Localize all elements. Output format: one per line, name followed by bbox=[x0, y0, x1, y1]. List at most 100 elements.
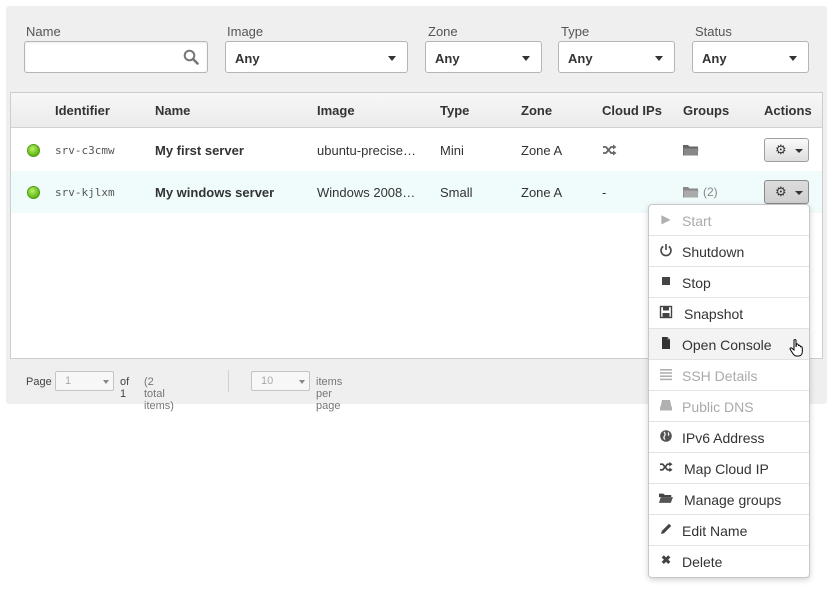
menu-item-manage-groups[interactable]: Manage groups bbox=[649, 484, 809, 515]
menu-item-label: Manage groups bbox=[684, 492, 782, 508]
per-page-select[interactable]: 10 bbox=[251, 371, 310, 391]
type-filter-value: Any bbox=[568, 51, 593, 66]
menu-item-ipv6-address[interactable]: IPv6 Address bbox=[649, 422, 809, 453]
column-header-type[interactable]: Type bbox=[440, 103, 469, 118]
per-page-label: items per page bbox=[316, 376, 343, 412]
server-identifier[interactable]: srv-kjlxm bbox=[55, 186, 115, 199]
column-header-image[interactable]: Image bbox=[317, 103, 355, 118]
menu-item-label: SSH Details bbox=[682, 368, 758, 384]
stop-icon bbox=[662, 277, 670, 285]
column-header-actions: Actions bbox=[764, 103, 812, 118]
column-header-identifier[interactable]: Identifier bbox=[55, 103, 110, 118]
folder-icon[interactable] bbox=[683, 186, 699, 198]
table-header: Identifier Name Image Type Zone Cloud IP… bbox=[11, 93, 822, 128]
server-cloud-ips: - bbox=[602, 185, 607, 200]
gear-icon: ⚙ bbox=[775, 184, 787, 199]
menu-item-label: Public DNS bbox=[682, 399, 754, 415]
server-zone: Zone A bbox=[521, 143, 563, 158]
server-image: ubuntu-precise… bbox=[317, 143, 416, 158]
type-filter-label: Type bbox=[561, 24, 590, 39]
chevron-down-icon bbox=[795, 149, 803, 153]
menu-item-label: Snapshot bbox=[684, 306, 744, 322]
image-filter-select[interactable]: Any bbox=[225, 41, 408, 73]
status-filter-value: Any bbox=[702, 51, 727, 66]
gear-icon: ⚙ bbox=[775, 142, 787, 157]
type-filter-select[interactable]: Any bbox=[558, 41, 675, 73]
actions-dropdown-menu: ▶ Start Shutdown Stop Snapshot Open Cons… bbox=[648, 204, 810, 578]
chevron-down-icon bbox=[299, 380, 305, 384]
document-icon bbox=[662, 337, 670, 349]
page-count: of 1 bbox=[120, 376, 130, 400]
chevron-down-icon bbox=[789, 56, 797, 61]
menu-item-label: Edit Name bbox=[682, 523, 748, 539]
menu-item-snapshot[interactable]: Snapshot bbox=[649, 298, 809, 329]
column-header-name[interactable]: Name bbox=[155, 103, 190, 118]
zone-filter-value: Any bbox=[435, 51, 460, 66]
name-filter-input[interactable] bbox=[24, 41, 208, 73]
zone-filter-label: Zone bbox=[428, 24, 458, 39]
search-icon[interactable] bbox=[183, 49, 199, 65]
column-header-zone[interactable]: Zone bbox=[521, 103, 552, 118]
column-header-groups: Groups bbox=[683, 103, 730, 118]
name-filter-label: Name bbox=[26, 24, 61, 39]
menu-item-start[interactable]: ▶ Start bbox=[649, 205, 809, 236]
page-label: Page bbox=[26, 376, 52, 388]
folder-open-icon bbox=[659, 493, 673, 503]
server-name[interactable]: My first server bbox=[155, 143, 244, 158]
page-select-value: 1 bbox=[65, 375, 72, 387]
chevron-down-icon bbox=[795, 191, 803, 195]
shuffle-icon bbox=[659, 461, 673, 473]
menu-item-label: Shutdown bbox=[682, 244, 745, 260]
server-zone: Zone A bbox=[521, 185, 563, 200]
play-icon: ▶ bbox=[661, 212, 671, 226]
pencil-icon bbox=[661, 523, 672, 534]
menu-item-label: Start bbox=[682, 213, 712, 229]
per-page-select-value: 10 bbox=[261, 375, 274, 387]
menu-item-shutdown[interactable]: Shutdown bbox=[649, 236, 809, 267]
pagination-divider bbox=[228, 370, 229, 392]
menu-item-label: Open Console bbox=[682, 337, 772, 353]
server-type: Mini bbox=[440, 143, 464, 158]
server-image: Windows 2008… bbox=[317, 185, 416, 200]
drive-icon bbox=[660, 400, 672, 411]
menu-item-map-cloud-ip[interactable]: Map Cloud IP bbox=[649, 453, 809, 484]
server-type: Small bbox=[440, 185, 473, 200]
globe-icon bbox=[660, 430, 672, 442]
hand-cursor-icon bbox=[789, 339, 803, 357]
chevron-down-icon bbox=[103, 380, 109, 384]
status-active-indicator bbox=[27, 186, 40, 199]
menu-item-delete[interactable]: ✖ Delete bbox=[649, 546, 809, 577]
menu-item-label: Map Cloud IP bbox=[684, 461, 769, 477]
menu-item-label: Stop bbox=[682, 275, 711, 291]
page-select[interactable]: 1 bbox=[55, 371, 114, 391]
shuffle-icon[interactable] bbox=[602, 144, 617, 156]
folder-icon[interactable] bbox=[683, 144, 699, 156]
column-header-cloud-ips: Cloud IPs bbox=[602, 103, 662, 118]
actions-button[interactable]: ⚙ bbox=[764, 180, 809, 204]
close-icon: ✖ bbox=[660, 553, 672, 567]
menu-item-edit-name[interactable]: Edit Name bbox=[649, 515, 809, 546]
chevron-down-icon bbox=[655, 56, 663, 61]
image-filter-value: Any bbox=[235, 51, 260, 66]
chevron-down-icon bbox=[388, 56, 396, 61]
list-icon bbox=[660, 369, 672, 381]
server-identifier[interactable]: srv-c3cmw bbox=[55, 144, 115, 157]
table-row[interactable]: srv-c3cmw My first server ubuntu-precise… bbox=[11, 129, 822, 171]
status-filter-select[interactable]: Any bbox=[692, 41, 809, 73]
actions-button[interactable]: ⚙ bbox=[764, 138, 809, 162]
server-name[interactable]: My windows server bbox=[155, 185, 274, 200]
group-count[interactable]: (2) bbox=[703, 185, 718, 199]
total-items: (2 total items) bbox=[144, 376, 174, 412]
menu-item-ssh-details[interactable]: SSH Details bbox=[649, 360, 809, 391]
floppy-disk-icon bbox=[659, 305, 673, 319]
image-filter-label: Image bbox=[227, 24, 264, 39]
power-icon bbox=[660, 244, 672, 257]
menu-item-label: Delete bbox=[682, 554, 723, 570]
menu-item-stop[interactable]: Stop bbox=[649, 267, 809, 298]
zone-filter-select[interactable]: Any bbox=[425, 41, 542, 73]
menu-item-public-dns[interactable]: Public DNS bbox=[649, 391, 809, 422]
status-filter-label: Status bbox=[695, 24, 732, 39]
menu-item-open-console[interactable]: Open Console bbox=[649, 329, 809, 360]
status-active-indicator bbox=[27, 144, 40, 157]
menu-item-label: IPv6 Address bbox=[682, 430, 765, 446]
